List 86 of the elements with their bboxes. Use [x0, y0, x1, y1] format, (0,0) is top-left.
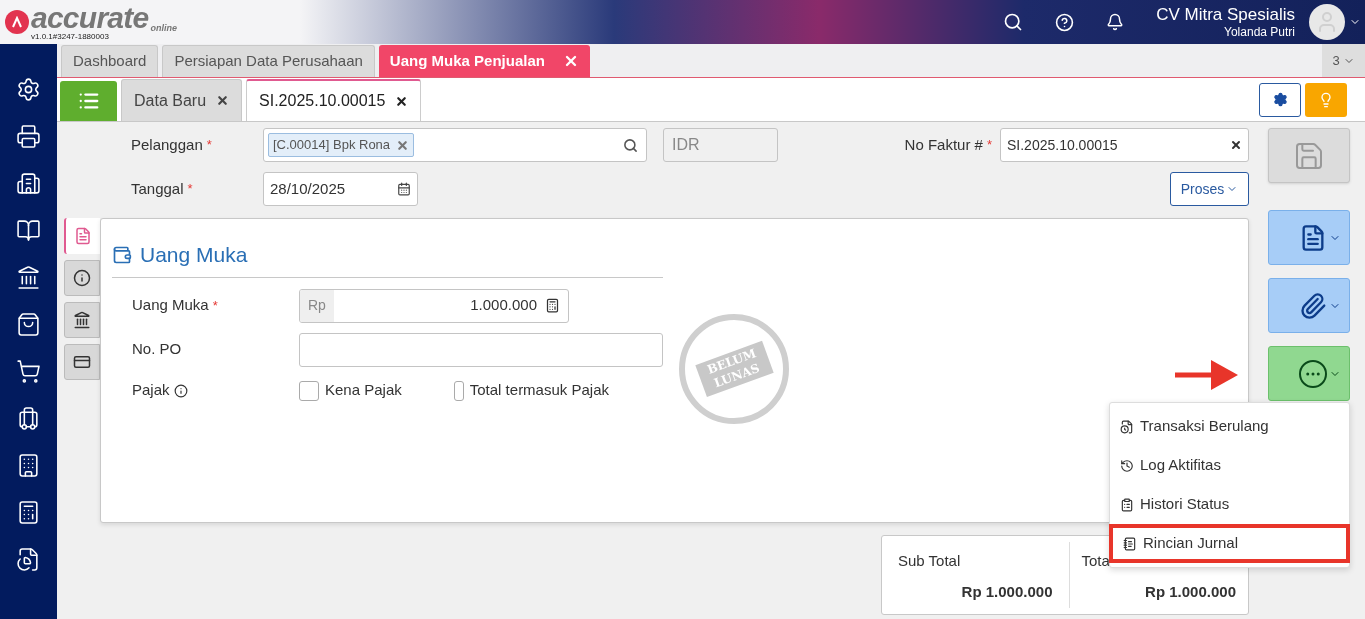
- main-tab[interactable]: Persiapan Data Perusahaan: [162, 45, 375, 77]
- notification-icon[interactable]: [1106, 13, 1125, 31]
- settings-icon[interactable]: [16, 77, 41, 102]
- amount-field[interactable]: Rp 1.000.000: [299, 288, 569, 323]
- logo-text: accurate: [31, 3, 149, 33]
- document-icon: [1120, 419, 1134, 434]
- date-field[interactable]: 28/10/2025: [263, 172, 418, 206]
- avatar[interactable]: [1309, 4, 1345, 40]
- customer-field[interactable]: [C.00014] Bpk Rona: [263, 128, 647, 162]
- field-label: No Faktur #: [904, 134, 983, 155]
- summary-label: Tota: [1081, 551, 1111, 571]
- company-name: CV Mitra Spesialis: [1156, 3, 1295, 26]
- settings-button[interactable]: [1259, 82, 1301, 117]
- menu-item[interactable]: Log Aktifitas: [1110, 446, 1349, 485]
- field-label: Uang Muka: [132, 295, 209, 316]
- bag-icon[interactable]: [16, 312, 41, 337]
- report-icon[interactable]: [16, 547, 41, 572]
- info-icon[interactable]: [173, 383, 188, 398]
- field-label: Pajak: [132, 380, 170, 401]
- list-icon: [1120, 497, 1134, 512]
- calculator-icon[interactable]: [16, 500, 41, 525]
- bank-icon: [73, 311, 91, 329]
- field-label: No. PO: [132, 339, 182, 360]
- logo-icon: [5, 10, 29, 34]
- menu-item[interactable]: Rincian Jurnal: [1109, 524, 1350, 563]
- required-mark: *: [187, 180, 193, 199]
- checkbox[interactable]: [454, 380, 464, 401]
- search-icon[interactable]: [623, 137, 638, 153]
- panel-tab[interactable]: [64, 344, 100, 380]
- more-icon: [1299, 359, 1327, 388]
- lightbulb-icon: [1318, 91, 1334, 108]
- pointer-arrow: [1175, 360, 1238, 390]
- checkbox-label: Total termasuk Pajak: [469, 380, 609, 401]
- settings-icon: [1272, 92, 1288, 107]
- calendar-icon[interactable]: [397, 182, 411, 196]
- building-icon[interactable]: [16, 171, 41, 196]
- document-icon: [74, 227, 92, 245]
- print-button[interactable]: [1268, 210, 1350, 265]
- panel-tab[interactable]: [64, 260, 100, 296]
- summary-value: Rp 1.000.000: [1144, 581, 1236, 602]
- summary-value: Rp 1.000.000: [960, 581, 1053, 602]
- card-title: Uang Muka: [140, 242, 248, 268]
- cart-icon[interactable]: [16, 359, 41, 384]
- clear-icon[interactable]: [1230, 139, 1242, 151]
- list-icon: [77, 90, 100, 112]
- summary-label: Sub Total: [898, 551, 962, 571]
- document-tab[interactable]: Data Baru: [121, 79, 243, 121]
- field-label: Pelanggan: [131, 134, 203, 155]
- process-button[interactable]: Proses: [1170, 172, 1249, 206]
- tab-count-dropdown[interactable]: 3: [1322, 44, 1365, 77]
- version-text: v1.0.1#3247-1880003: [31, 33, 110, 41]
- required-mark: *: [206, 136, 212, 155]
- required-mark: *: [986, 136, 992, 155]
- search-icon[interactable]: [1003, 12, 1024, 32]
- wallet-icon: [112, 244, 132, 265]
- journal-icon: [1123, 536, 1137, 551]
- more-button[interactable]: [1268, 346, 1350, 401]
- card-icon: [73, 353, 91, 371]
- panel-tab[interactable]: [64, 302, 100, 338]
- field-label: Tanggal: [131, 178, 184, 199]
- paperclip-icon: [1299, 291, 1327, 320]
- book-icon[interactable]: [16, 218, 41, 243]
- user-name: Yolanda Putri: [1224, 25, 1295, 41]
- list-button[interactable]: [60, 81, 117, 121]
- document-tab[interactable]: SI.2025.10.00015: [246, 79, 422, 121]
- main-tab[interactable]: Uang Muka Penjualan: [378, 45, 590, 77]
- po-number-field[interactable]: [299, 332, 663, 367]
- logo-sub: online: [150, 24, 177, 33]
- invoice-number-field[interactable]: SI.2025.10.00015: [1000, 128, 1249, 162]
- remove-icon[interactable]: [396, 138, 410, 152]
- customer-tag: [C.00014] Bpk Rona: [268, 133, 415, 157]
- checkbox-label: Kena Pajak: [325, 380, 402, 401]
- currency-prefix: Rp: [300, 289, 334, 322]
- close-icon[interactable]: [395, 94, 409, 108]
- main-tab[interactable]: Dashboard: [61, 45, 159, 77]
- attachment-button[interactable]: [1268, 278, 1350, 333]
- close-icon[interactable]: [216, 94, 230, 107]
- menu-item[interactable]: Transaksi Berulang: [1110, 407, 1349, 446]
- info-icon: [73, 269, 91, 287]
- required-mark: *: [212, 296, 218, 315]
- checkbox[interactable]: [299, 380, 319, 401]
- menu-item[interactable]: Histori Status: [1110, 485, 1349, 524]
- help-icon[interactable]: [1055, 12, 1075, 32]
- bank-icon[interactable]: [16, 265, 41, 290]
- calculator-icon[interactable]: [545, 298, 560, 313]
- history-icon: [1120, 458, 1134, 473]
